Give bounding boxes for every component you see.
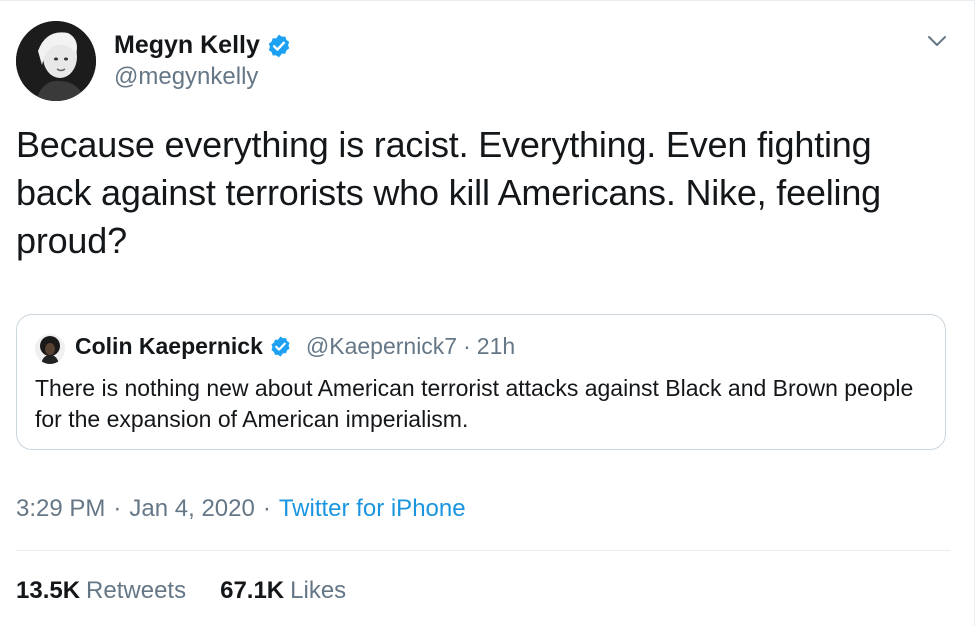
quoted-author-handle[interactable]: @Kaepernick7 [306, 333, 457, 360]
divider [16, 550, 950, 551]
chevron-down-icon[interactable] [925, 31, 949, 51]
likes-stat[interactable]: 67.1K Likes [220, 577, 346, 605]
retweets-count: 13.5K [16, 577, 81, 604]
quoted-timestamp[interactable]: 21h [477, 333, 515, 360]
quoted-author-avatar[interactable] [35, 334, 65, 364]
tweet-source-link[interactable]: Twitter for iPhone [279, 495, 466, 523]
author-avatar-photo [16, 21, 96, 101]
author-avatar[interactable] [16, 21, 96, 101]
quoted-tweet[interactable]: Colin Kaepernick @Kaepernick7 · 21h Ther… [16, 314, 946, 450]
tweet-text: Because everything is racist. Everything… [16, 124, 881, 261]
likes-count: 67.1K [220, 577, 285, 604]
quoted-avatar-photo [35, 334, 65, 364]
quoted-author-name[interactable]: Colin Kaepernick [75, 333, 263, 360]
tweet-date[interactable]: Jan 4, 2020 [129, 495, 254, 523]
quoted-tweet-text: There is nothing new about American terr… [35, 375, 914, 432]
meta-separator: · [113, 495, 122, 522]
tweet-time[interactable]: 3:29 PM [16, 495, 105, 523]
tweet-stats: 13.5K Retweets 67.1K Likes [16, 577, 346, 605]
quoted-separator: · [463, 333, 471, 359]
tweet-card: Megyn Kelly @megynkelly Because everythi… [0, 0, 975, 626]
author-name[interactable]: Megyn Kelly [114, 31, 260, 60]
author-handle[interactable]: @megynkelly [114, 63, 258, 91]
verified-badge-icon [268, 34, 290, 57]
author-name-row[interactable]: Megyn Kelly [114, 31, 292, 60]
tweet-meta: 3:29 PM · Jan 4, 2020 · Twitter for iPho… [16, 495, 466, 523]
retweets-stat[interactable]: 13.5K Retweets [16, 577, 186, 605]
retweets-label: Retweets [86, 577, 187, 604]
quoted-header: Colin Kaepernick @Kaepernick7 · 21h [75, 333, 515, 360]
verified-badge-icon [271, 336, 290, 357]
likes-label: Likes [290, 577, 347, 604]
meta-separator: · [262, 495, 271, 522]
